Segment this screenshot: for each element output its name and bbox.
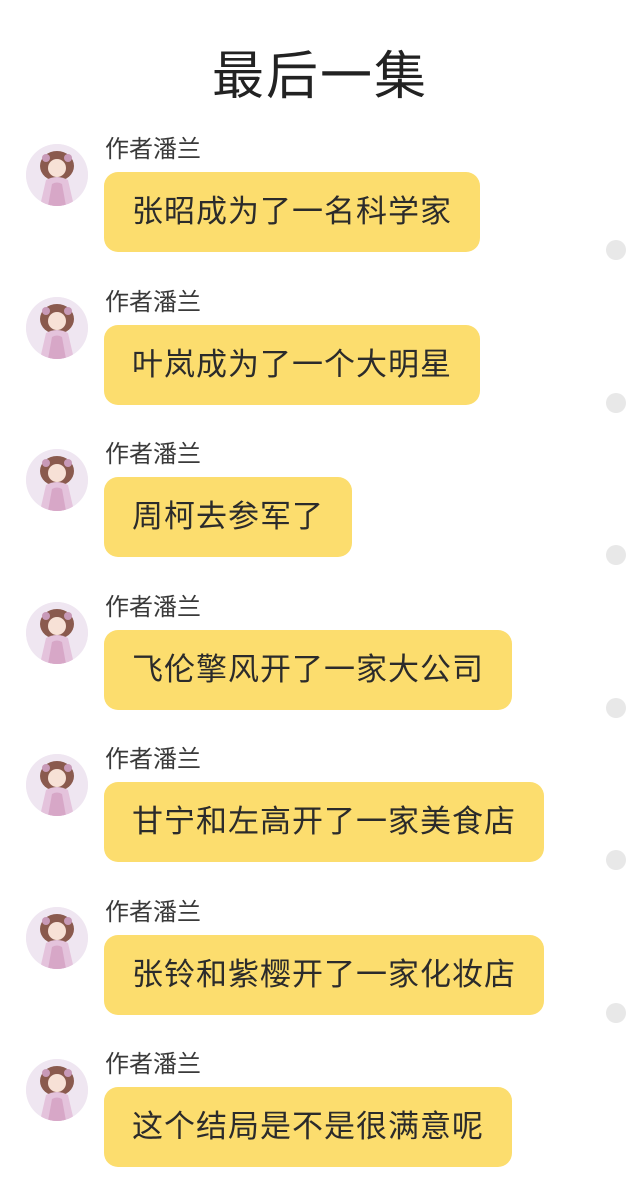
message-row: 作者潘兰 飞伦擎风开了一家大公司: [0, 590, 640, 743]
message-bubble[interactable]: 张铃和紫樱开了一家化妆店: [104, 934, 544, 1015]
author-name: 作者潘兰: [105, 897, 201, 926]
author-name: 作者潘兰: [105, 745, 201, 773]
author-name: 作者潘兰: [105, 592, 201, 621]
author-name: 作者潘兰: [105, 135, 201, 163]
chat-list: 作者潘兰 张昭成为了一名科学家 作者潘兰 叶岚成为了一个大明星 作者潘兰 周柯去…: [0, 132, 640, 1200]
author-name: 作者潘兰: [105, 1050, 201, 1078]
message-row: 作者潘兰 甘宁和左高开了一家美食店: [0, 742, 640, 895]
message-bubble[interactable]: 周柯去参军了: [104, 477, 352, 557]
anime-girl-avatar-icon[interactable]: [26, 754, 88, 816]
anime-girl-avatar-icon[interactable]: [26, 906, 88, 969]
message-bubble[interactable]: 飞伦擎风开了一家大公司: [104, 629, 512, 710]
status-dot: [606, 545, 626, 565]
anime-girl-avatar-icon[interactable]: [26, 296, 88, 359]
status-dot: [606, 850, 626, 870]
message-bubble[interactable]: 甘宁和左高开了一家美食店: [104, 782, 544, 862]
message-row: 作者潘兰 张铃和紫樱开了一家化妆店: [0, 895, 640, 1048]
message-bubble[interactable]: 张昭成为了一名科学家: [104, 172, 480, 252]
status-dot: [606, 697, 626, 718]
author-name: 作者潘兰: [105, 440, 201, 468]
status-dot: [606, 240, 626, 260]
anime-girl-avatar-icon[interactable]: [26, 1059, 88, 1121]
anime-girl-avatar-icon[interactable]: [26, 144, 88, 206]
message-bubble[interactable]: 叶岚成为了一个大明星: [104, 324, 480, 405]
message-row: 作者潘兰 这个结局是不是很满意呢: [0, 1047, 640, 1200]
status-dot: [606, 392, 626, 413]
author-name: 作者潘兰: [105, 287, 201, 316]
anime-girl-avatar-icon[interactable]: [26, 601, 88, 664]
status-dot: [606, 1002, 626, 1023]
message-bubble[interactable]: 这个结局是不是很满意呢: [104, 1087, 512, 1167]
page-title: 最后一集: [211, 47, 428, 107]
message-row: 作者潘兰 周柯去参军了: [0, 437, 640, 590]
anime-girl-avatar-icon[interactable]: [26, 449, 88, 511]
message-row: 作者潘兰 张昭成为了一名科学家: [0, 132, 640, 285]
message-row: 作者潘兰 叶岚成为了一个大明星: [0, 285, 640, 438]
